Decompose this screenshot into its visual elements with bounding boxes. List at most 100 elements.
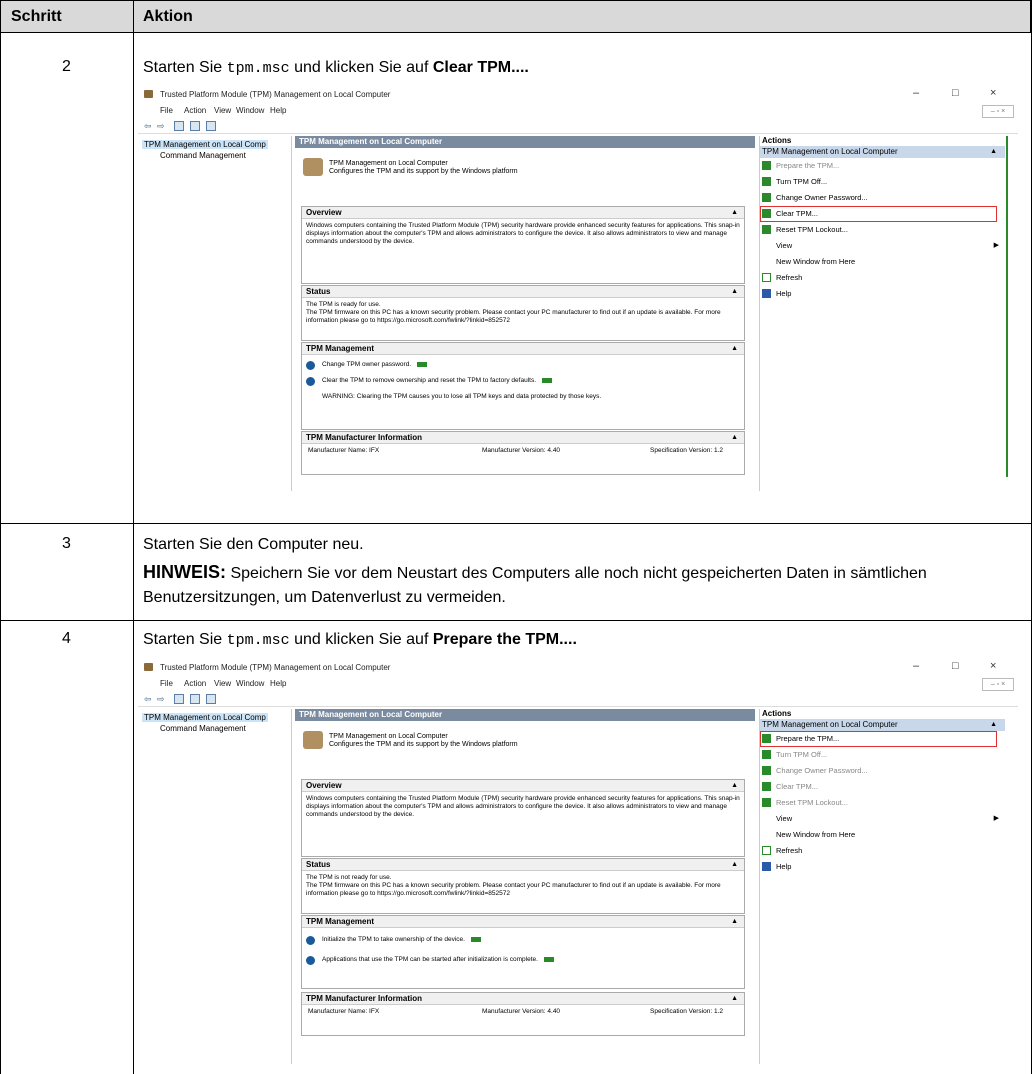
action-new-window[interactable]: New Window from Here [760,254,1005,270]
action-icon [762,193,771,202]
menu-view[interactable]: View [214,106,231,115]
collapse-icon[interactable]: ▲ [731,432,738,443]
manufacturer-version: Manufacturer Version: 4.40 [482,447,561,454]
action-view[interactable]: View ▶ [760,238,1005,254]
collapse-icon[interactable]: ▲ [731,993,738,1004]
properties-icon[interactable] [206,121,216,131]
action-help[interactable]: Help [760,286,1005,302]
section-title: Status [306,860,331,869]
section-title: TPM Manufacturer Information [306,994,423,1003]
collapse-icon[interactable]: ▲ [731,343,738,354]
mmc-app-icon [144,90,153,98]
mdi-controls[interactable]: – ▫ × [982,678,1014,691]
center-header: TPM Management on Local Computer [295,709,755,721]
action-label: Turn TPM Off... [776,750,828,759]
window-title: Trusted Platform Module (TPM) Management… [160,90,391,99]
toolbar: ⇦ ⇨ [138,692,1018,707]
link-arrow-icon[interactable] [543,956,554,962]
tree-item-tpm-management[interactable]: TPM Management on Local Comp [142,713,268,722]
link-arrow-icon[interactable] [417,361,428,367]
forward-icon[interactable]: ⇨ [157,694,165,705]
collapse-icon[interactable]: ▲ [731,207,738,218]
minimize-icon[interactable]: – [913,87,919,99]
action-new-window[interactable]: New Window from Here [760,827,1005,843]
collapse-icon[interactable]: ▲ [731,780,738,791]
action-reset-tpm-lockout[interactable]: Reset TPM Lockout... [760,222,1005,238]
tree-item-tpm-management[interactable]: TPM Management on Local Comp [142,140,268,149]
maximize-icon[interactable]: □ [952,660,959,672]
action-label: Reset TPM Lockout... [776,798,848,807]
info-icon [306,377,315,386]
action-label: New Window from Here [776,830,856,839]
action-prepare-tpm[interactable]: Prepare the TPM... [760,158,1005,174]
action-icon [762,209,771,218]
link-arrow-icon[interactable] [470,936,481,942]
action-target: Prepare the TPM.... [432,631,577,648]
action-view[interactable]: View ▶ [760,811,1005,827]
action-label: Refresh [776,846,803,855]
help-icon[interactable] [190,694,200,704]
menu-action[interactable]: Action [184,106,206,115]
table-header: Schritt Aktion [0,0,1031,33]
info-icon [306,936,315,945]
action-refresh[interactable]: Refresh [760,843,1005,859]
properties-icon[interactable] [206,694,216,704]
action-prepare-tpm[interactable]: Prepare the TPM... [760,731,997,747]
center-pane: TPM Management on Local Computer TPM Man… [295,709,755,1064]
close-icon[interactable]: × [990,87,996,99]
action-turn-tpm-off[interactable]: Turn TPM Off... [760,747,1005,763]
tree-item-command-management[interactable]: Command Management [160,724,246,733]
close-icon[interactable]: × [990,660,996,672]
back-icon[interactable]: ⇦ [144,694,152,705]
action-icon [762,177,771,186]
menu-view[interactable]: View [214,679,231,688]
menu-window[interactable]: Window [236,679,264,688]
action-change-owner-password[interactable]: Change Owner Password... [760,190,1005,206]
action-turn-tpm-off[interactable]: Turn TPM Off... [760,174,1005,190]
refresh-icon [762,273,771,282]
action-clear-tpm[interactable]: Clear TPM... [760,206,997,222]
tree-item-command-management[interactable]: Command Management [160,151,246,160]
action-icon [762,734,771,743]
collapse-icon[interactable]: ▲ [990,146,997,158]
collapse-icon[interactable]: ▲ [990,719,997,731]
show-tree-icon[interactable] [174,694,184,704]
help-icon[interactable] [190,121,200,131]
action-label: Clear TPM... [776,209,818,218]
menu-help[interactable]: Help [270,106,286,115]
spec-version: Specification Version: 1.2 [650,447,723,454]
instruction-text: und klicken Sie auf [294,631,429,648]
action-change-owner-password[interactable]: Change Owner Password... [760,763,1005,779]
menu-help[interactable]: Help [270,679,286,688]
maximize-icon[interactable]: □ [952,87,959,99]
action-icon [762,798,771,807]
forward-icon[interactable]: ⇨ [157,121,165,132]
collapse-icon[interactable]: ▲ [731,859,738,870]
actions-group[interactable]: TPM Management on Local Computer ▲ [760,719,1005,731]
title-bar: Trusted Platform Module (TPM) Management… [138,659,1018,677]
menu-file[interactable]: File [160,679,173,688]
menu-file[interactable]: File [160,106,173,115]
overview-section: Overview ▲ Windows computers containing t… [301,779,745,857]
back-icon[interactable]: ⇦ [144,121,152,132]
collapse-icon[interactable]: ▲ [731,916,738,927]
collapse-icon[interactable]: ▲ [731,286,738,297]
instruction-text: und klicken Sie auf [294,59,429,76]
action-help[interactable]: Help [760,859,1005,875]
center-header: TPM Management on Local Computer [295,136,755,148]
action-refresh[interactable]: Refresh [760,270,1005,286]
intro-title: TPM Management on Local Computer [329,733,448,740]
action-reset-tpm-lockout[interactable]: Reset TPM Lockout... [760,795,1005,811]
status-section: Status ▲ The TPM is ready for use. The TPM… [301,285,745,341]
step-note: HINWEIS: Speichern Sie vor dem Neustart … [143,560,1013,610]
minimize-icon[interactable]: – [913,660,919,672]
table-border-right [1031,0,1032,1074]
link-arrow-icon[interactable] [542,377,552,383]
show-tree-icon[interactable] [174,121,184,131]
actions-group-label: TPM Management on Local Computer [762,720,898,729]
menu-action[interactable]: Action [184,679,206,688]
mdi-controls[interactable]: – ▫ × [982,105,1014,118]
menu-window[interactable]: Window [236,106,264,115]
action-clear-tpm[interactable]: Clear TPM... [760,779,1005,795]
actions-group[interactable]: TPM Management on Local Computer ▲ [760,146,1005,158]
